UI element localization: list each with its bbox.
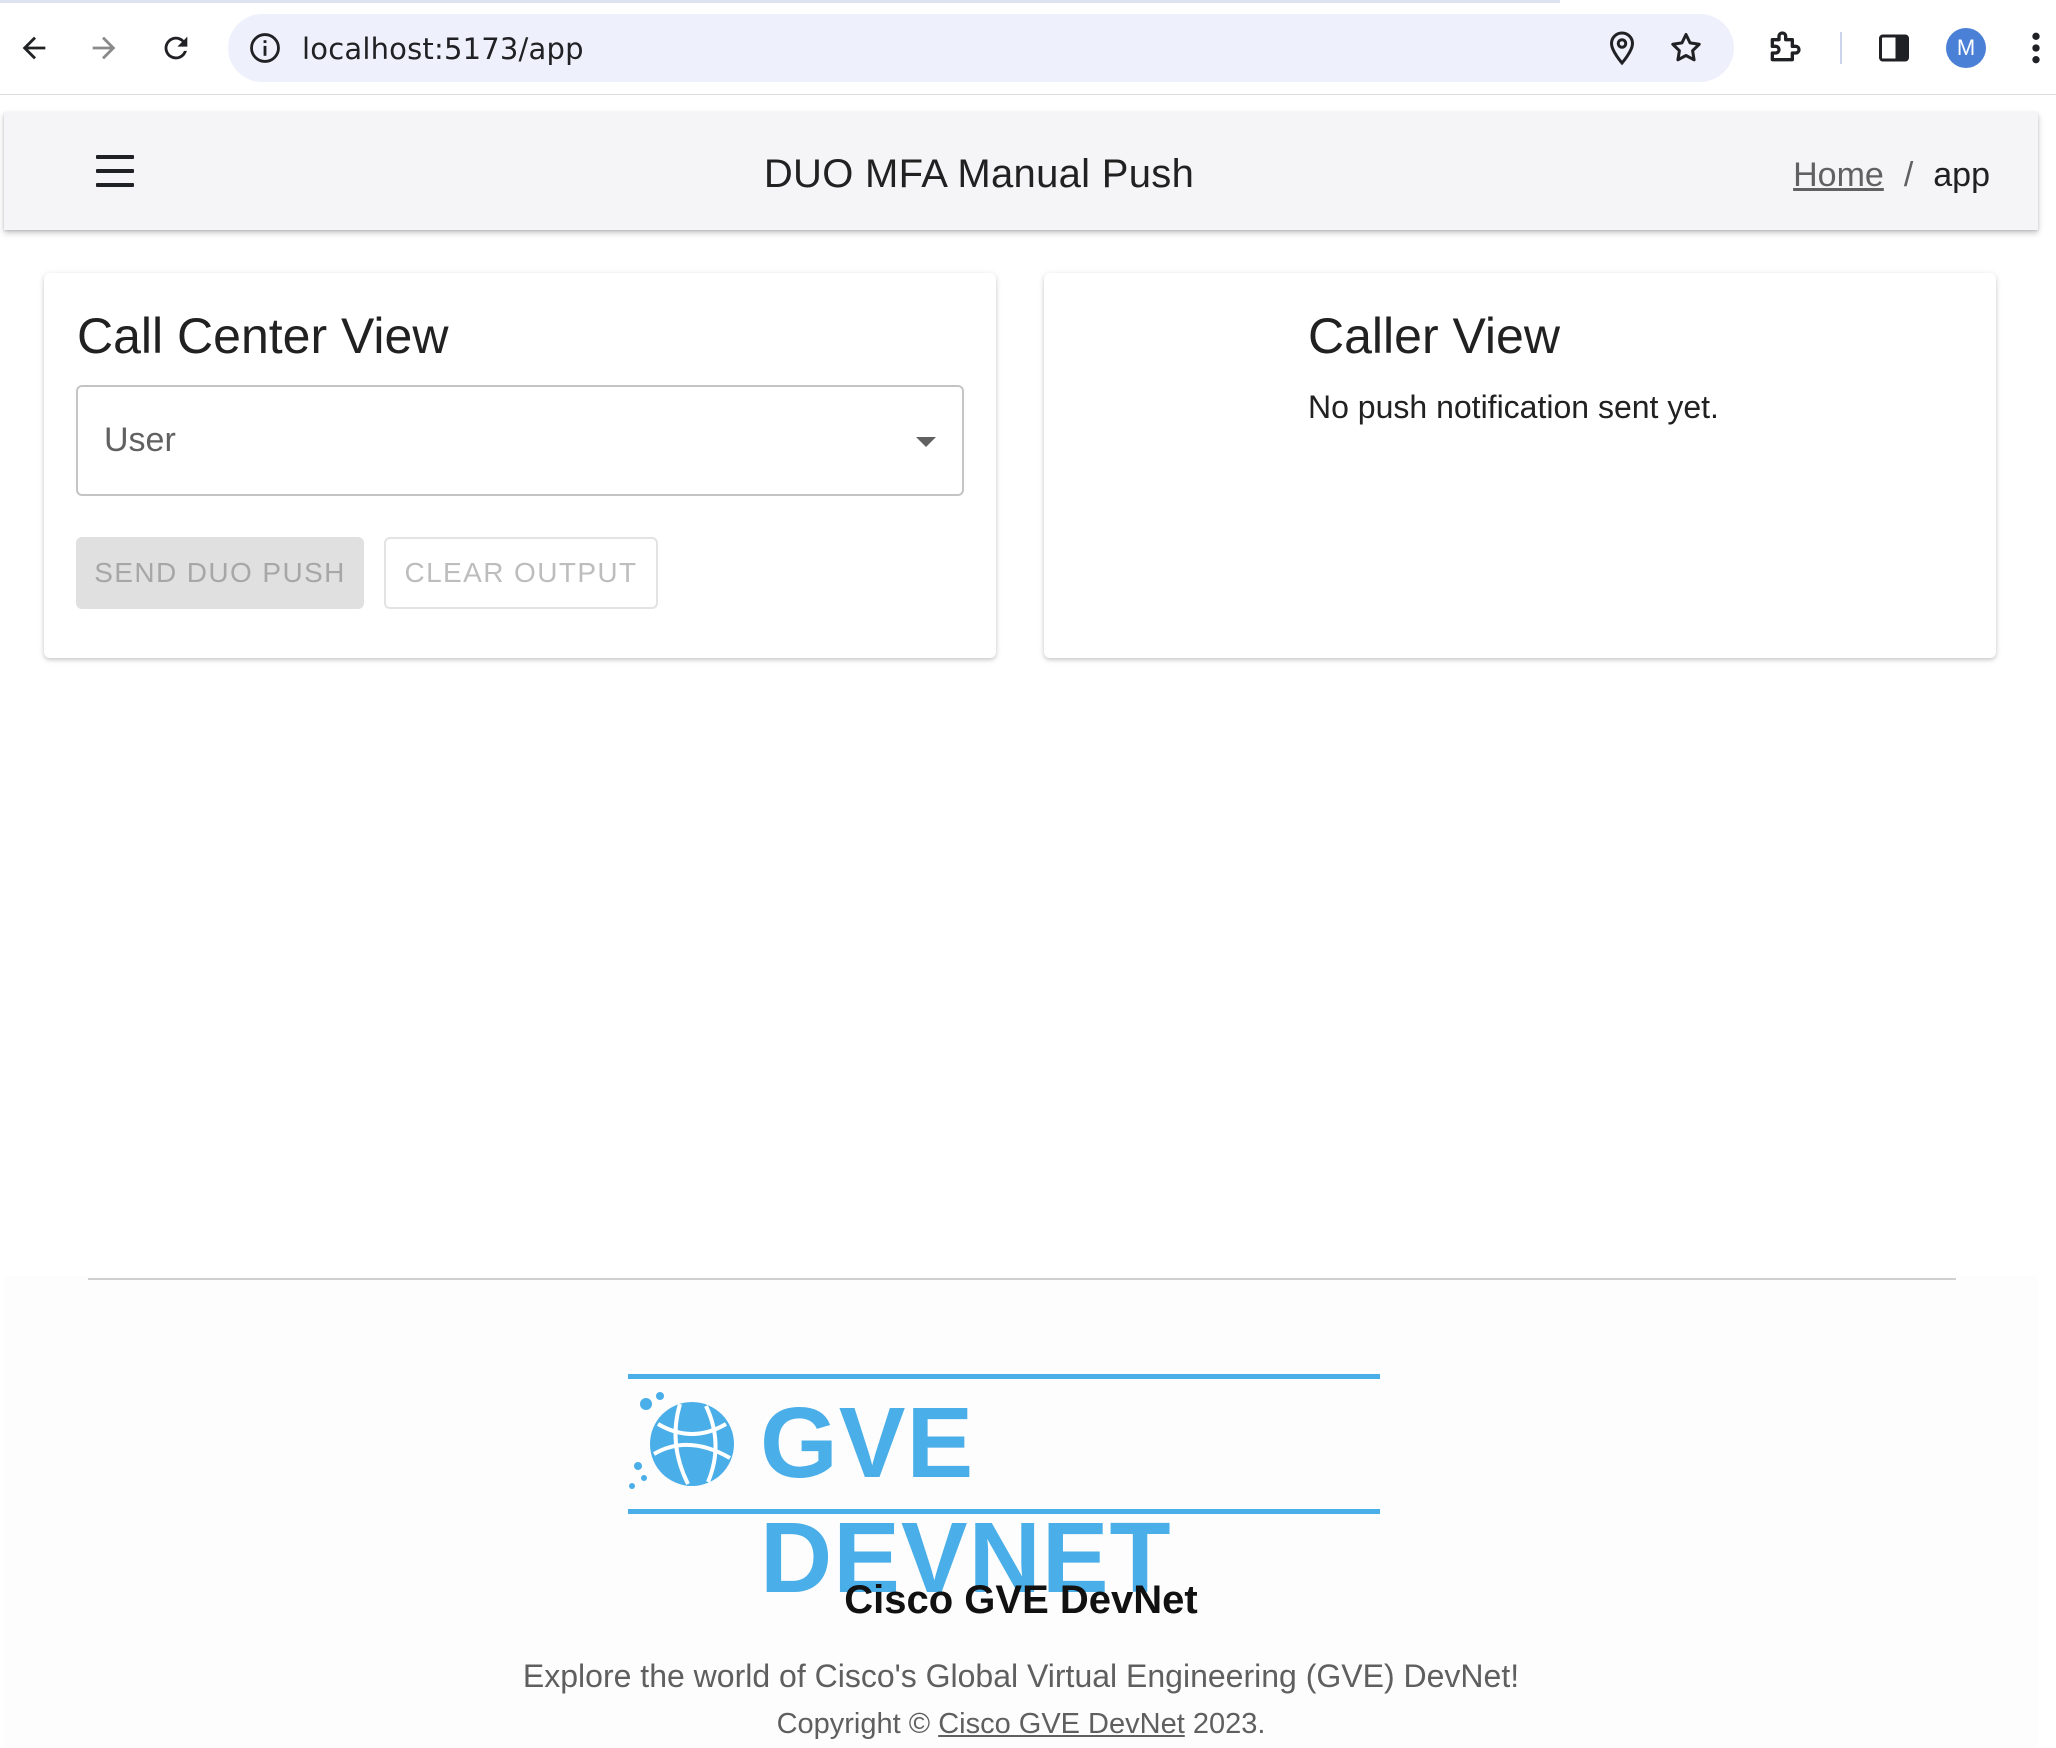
location-pin-icon[interactable] xyxy=(1604,30,1640,66)
arrow-left-icon xyxy=(22,36,46,60)
reload-icon xyxy=(164,36,188,60)
arrow-right-icon xyxy=(92,36,116,60)
back-button[interactable] xyxy=(8,22,60,74)
caller-card: Caller View No push notification sent ye… xyxy=(1044,273,1996,658)
bookmark-star-icon[interactable] xyxy=(1668,30,1704,66)
user-select[interactable]: User xyxy=(76,385,964,496)
profile-avatar[interactable]: M xyxy=(1946,28,1986,68)
forward-button[interactable] xyxy=(78,22,130,74)
app-bar: DUO MFA Manual Push Home / app xyxy=(4,112,2038,230)
gve-devnet-logo: GVE DEVNET xyxy=(628,1374,1380,1614)
footer: GVE DEVNET Cisco GVE DevNet Explore the … xyxy=(4,1276,2038,1748)
page-title: DUO MFA Manual Push xyxy=(763,152,1195,196)
breadcrumb-separator: / xyxy=(1903,156,1914,194)
call-center-card: Call Center View User SEND DUO PUSH CLEA… xyxy=(44,273,996,658)
reload-button[interactable] xyxy=(150,22,202,74)
breadcrumb: Home / app xyxy=(1793,156,1990,195)
breadcrumb-current: app xyxy=(1933,156,1990,194)
extensions-puzzle-icon[interactable] xyxy=(1764,28,1804,68)
copyright-prefix: Copyright © xyxy=(776,1708,931,1740)
url-text[interactable]: localhost:5173/app xyxy=(302,32,584,66)
footer-title: Cisco GVE DevNet xyxy=(844,1578,1198,1622)
footer-copyright: Copyright © Cisco GVE DevNet 2023. xyxy=(4,1708,2038,1741)
info-icon[interactable] xyxy=(248,31,282,65)
address-bar[interactable]: localhost:5173/app xyxy=(228,14,1734,82)
footer-description: Explore the world of Cisco's Global Virt… xyxy=(522,1658,1520,1694)
caller-status-text: No push notification sent yet. xyxy=(1308,389,1719,425)
toolbar-divider xyxy=(1840,32,1842,64)
footer-divider xyxy=(88,1278,1956,1280)
copyright-link[interactable]: Cisco GVE DevNet xyxy=(938,1708,1185,1740)
dropdown-arrow-icon xyxy=(916,437,936,447)
side-panel-icon[interactable] xyxy=(1876,30,1912,66)
call-center-title: Call Center View xyxy=(77,308,449,364)
user-select-placeholder: User xyxy=(104,421,176,459)
more-menu-icon[interactable] xyxy=(2024,28,2048,68)
copyright-year: 2023. xyxy=(1192,1708,1266,1740)
send-duo-push-button[interactable]: SEND DUO PUSH xyxy=(76,537,364,609)
browser-toolbar: localhost:5173/app M xyxy=(0,0,2056,95)
caller-title: Caller View xyxy=(1308,308,1560,364)
breadcrumb-home-link[interactable]: Home xyxy=(1793,156,1884,195)
tab-strip-edge xyxy=(0,0,1560,3)
clear-output-button[interactable]: CLEAR OUTPUT xyxy=(384,537,658,609)
